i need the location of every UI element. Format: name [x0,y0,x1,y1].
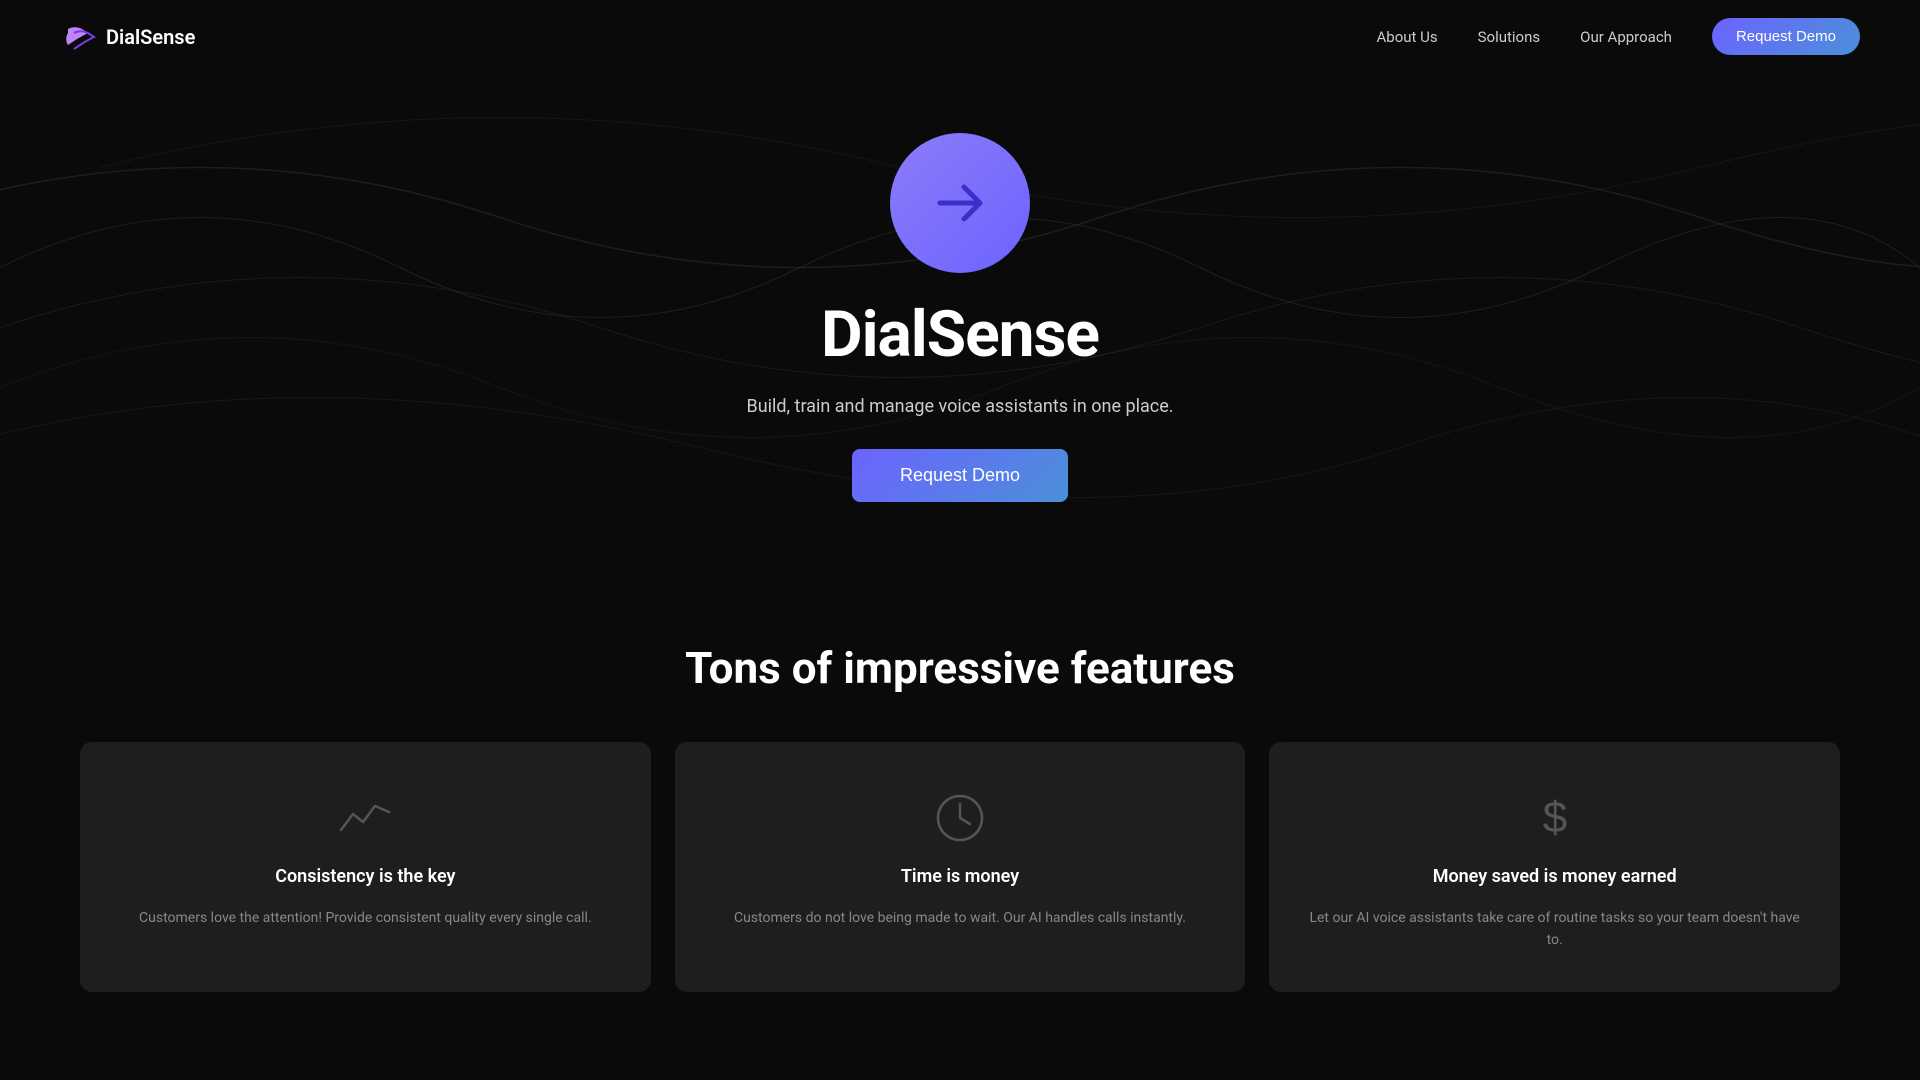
dollar-icon: $ [1527,790,1583,846]
nav-link-approach[interactable]: Our Approach [1580,28,1672,46]
feature-card-3-text: Let our AI voice assistants take care of… [1305,907,1804,952]
nav-logo[interactable]: DialSense [60,19,195,55]
svg-text:$: $ [1542,793,1566,842]
feature-card-3-title: Money saved is money earned [1433,866,1677,887]
nav-link-solutions[interactable]: Solutions [1478,28,1541,46]
features-grid: Consistency is the key Customers love th… [80,742,1840,992]
clock-icon [932,790,988,846]
feature-card-1-title: Consistency is the key [275,866,455,887]
hero-content: DialSense Build, train and manage voice … [747,133,1174,502]
chart-icon [337,790,393,846]
hero-request-demo-button[interactable]: Request Demo [852,449,1068,502]
features-title: Tons of impressive features [80,642,1840,694]
logo-icon [60,19,96,55]
hero-subtitle: Build, train and manage voice assistants… [747,396,1174,417]
navbar: DialSense About Us Solutions Our Approac… [0,0,1920,73]
hero-section: DialSense Build, train and manage voice … [0,73,1920,582]
feature-card-2-text: Customers do not love being made to wait… [734,907,1186,929]
feature-card-money: $ Money saved is money earned Let our AI… [1269,742,1840,992]
feature-card-2-title: Time is money [901,866,1019,887]
arrow-right-icon [928,171,992,235]
feature-card-1-text: Customers love the attention! Provide co… [139,907,592,929]
features-section: Tons of impressive features Consistency … [0,582,1920,1032]
hero-logo-circle [890,133,1030,273]
nav-links: About Us Solutions Our Approach Request … [1376,18,1860,55]
hero-title: DialSense [821,297,1099,372]
nav-link-about[interactable]: About Us [1376,28,1437,46]
feature-card-consistency: Consistency is the key Customers love th… [80,742,651,992]
feature-card-time: Time is money Customers do not love bein… [675,742,1246,992]
nav-logo-text: DialSense [106,25,195,49]
nav-request-demo-button[interactable]: Request Demo [1712,18,1860,55]
